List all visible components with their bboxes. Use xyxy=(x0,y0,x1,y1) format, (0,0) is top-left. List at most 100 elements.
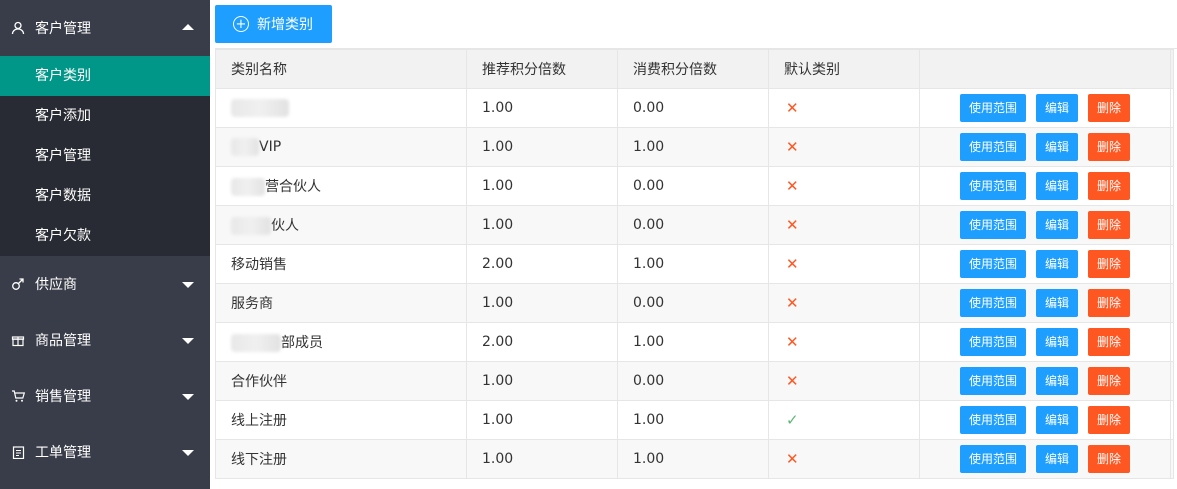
cell-category-name: 服务商 xyxy=(215,283,467,323)
cell-category-name: 移动销售 xyxy=(215,244,467,284)
sidebar-head-label: 供应商 xyxy=(35,277,77,293)
delete-button[interactable]: 删除 xyxy=(1088,133,1131,161)
cross-icon: ✕ xyxy=(786,99,799,117)
scope-button[interactable]: 使用范围 xyxy=(959,328,1026,356)
col-header-rec-multiplier: 推荐积分倍数 xyxy=(466,49,618,89)
sidebar-head-label: 工单管理 xyxy=(35,445,91,461)
col-header-actions xyxy=(919,49,1171,89)
edit-button[interactable]: 编辑 xyxy=(1035,172,1078,200)
cell-default: ✕ xyxy=(768,127,920,167)
scope-button[interactable]: 使用范围 xyxy=(959,211,1026,239)
redacted-blur xyxy=(231,99,289,117)
table-row: 合作伙伴 1.00 0.00 ✕ 使用范围 编辑 删除 xyxy=(215,361,1174,401)
main-content: + 新增类别 类别名称 推荐积分倍数 消费积分倍数 默认类别 1.00 0.00… xyxy=(210,0,1177,489)
cell-rec-multiplier: 2.00 xyxy=(466,322,618,362)
caret-up-icon xyxy=(182,24,194,30)
sidebar-head-goods[interactable]: 商品管理 xyxy=(0,312,210,368)
table-row: 1.00 0.00 ✕ 使用范围 编辑 删除 xyxy=(215,88,1174,128)
edit-button[interactable]: 编辑 xyxy=(1035,211,1078,239)
sidebar-item-customer-add[interactable]: 客户添加 xyxy=(0,96,210,136)
delete-button[interactable]: 删除 xyxy=(1088,250,1131,278)
cell-rec-multiplier: 1.00 xyxy=(466,205,618,245)
cell-default: ✕ xyxy=(768,205,920,245)
category-table-wrap[interactable]: 类别名称 推荐积分倍数 消费积分倍数 默认类别 1.00 0.00 ✕ 使用范围 编辑删… xyxy=(215,48,1177,489)
sidebar-head-customer[interactable]: 客户管理 xyxy=(0,0,210,56)
table-row: 线下注册 1.00 1.00 ✕ 使用范围 编辑 删除 xyxy=(215,439,1174,479)
cell-use-multiplier: 1.00 xyxy=(617,127,769,167)
delete-button[interactable]: 删除 xyxy=(1088,94,1131,122)
cross-icon: ✕ xyxy=(786,138,799,156)
sidebar-item-customer-debt[interactable]: 客户欠款 xyxy=(0,216,210,256)
add-category-button[interactable]: + 新增类别 xyxy=(215,5,332,43)
edit-button[interactable]: 编辑 xyxy=(1035,289,1078,317)
cell-actions: 使用范围 编辑 删除 xyxy=(919,283,1171,323)
delete-button[interactable]: 删除 xyxy=(1088,211,1131,239)
edit-button[interactable]: 编辑 xyxy=(1035,406,1078,434)
cell-use-multiplier: 1.00 xyxy=(617,322,769,362)
cell-actions: 使用范围 编辑 删除 xyxy=(919,166,1171,206)
scope-button[interactable]: 使用范围 xyxy=(959,289,1026,317)
cell-gutter xyxy=(1170,283,1174,323)
cross-icon: ✕ xyxy=(786,177,799,195)
sidebar-head-workorder[interactable]: 工单管理 xyxy=(0,424,210,480)
scope-button[interactable]: 使用范围 xyxy=(959,250,1026,278)
scope-button[interactable]: 使用范围 xyxy=(959,367,1026,395)
cell-category-name: VIP xyxy=(215,127,467,167)
edit-button[interactable]: 编辑 xyxy=(1035,133,1078,161)
cell-actions: 使用范围 编辑 删除 xyxy=(919,127,1171,167)
category-name-text: 线上注册 xyxy=(231,413,287,429)
caret-down-icon xyxy=(182,338,194,344)
sidebar-item-customer-data[interactable]: 客户数据 xyxy=(0,176,210,216)
sidebar-head-sales[interactable]: 销售管理 xyxy=(0,368,210,424)
cell-use-multiplier: 0.00 xyxy=(617,361,769,401)
category-name-text: 伙人 xyxy=(271,218,299,234)
cell-actions: 使用范围 编辑 删除 xyxy=(919,400,1171,440)
add-category-label: 新增类别 xyxy=(257,17,313,33)
delete-button[interactable]: 删除 xyxy=(1088,289,1131,317)
cell-actions: 使用范围 编辑 删除 xyxy=(919,361,1171,401)
cell-category-name: 合作伙伴 xyxy=(215,361,467,401)
cross-icon: ✕ xyxy=(786,255,799,273)
scope-button[interactable]: 使用范围 xyxy=(959,406,1026,434)
delete-button[interactable]: 删除 xyxy=(1088,445,1131,473)
edit-button[interactable]: 编辑 xyxy=(1035,445,1078,473)
cell-actions: 使用范围 编辑 删除 xyxy=(919,439,1171,479)
cell-default: ✕ xyxy=(768,244,920,284)
edit-button[interactable]: 编辑 xyxy=(1035,250,1078,278)
edit-button[interactable]: 编辑 xyxy=(1035,328,1078,356)
delete-button[interactable]: 删除 xyxy=(1088,172,1131,200)
scope-button[interactable]: 使用范围 xyxy=(959,94,1026,122)
cell-rec-multiplier: 2.00 xyxy=(466,244,618,284)
sidebar-item-customer-category[interactable]: 客户类别 xyxy=(0,56,210,96)
check-icon: ✓ xyxy=(786,411,799,429)
delete-button[interactable]: 删除 xyxy=(1088,328,1131,356)
cell-gutter xyxy=(1170,205,1174,245)
cell-actions: 使用范围 编辑 删除 xyxy=(919,244,1171,284)
scope-button[interactable]: 使用范围 xyxy=(959,133,1026,161)
delete-button[interactable]: 删除 xyxy=(1088,406,1131,434)
delete-button[interactable]: 删除 xyxy=(1088,367,1131,395)
category-table: 类别名称 推荐积分倍数 消费积分倍数 默认类别 1.00 0.00 ✕ 使用范围 编辑删… xyxy=(215,49,1174,479)
scope-button[interactable]: 使用范围 xyxy=(959,445,1026,473)
edit-button[interactable]: 编辑 xyxy=(1035,94,1078,122)
sidebar-head-supplier[interactable]: 供应商 xyxy=(0,256,210,312)
scope-button[interactable]: 使用范围 xyxy=(959,172,1026,200)
cell-use-multiplier: 1.00 xyxy=(617,244,769,284)
cell-rec-multiplier: 1.00 xyxy=(466,127,618,167)
redacted-blur xyxy=(231,217,271,235)
cell-use-multiplier: 0.00 xyxy=(617,205,769,245)
edit-button[interactable]: 编辑 xyxy=(1035,367,1078,395)
sidebar-item-customer-manage[interactable]: 客户管理 xyxy=(0,136,210,176)
sidebar-group-workorder: 工单管理 xyxy=(0,424,210,480)
cell-use-multiplier: 0.00 xyxy=(617,88,769,128)
category-name-text: 线下注册 xyxy=(231,452,287,468)
cell-default: ✕ xyxy=(768,322,920,362)
cell-default: ✓ xyxy=(768,400,920,440)
cell-gutter xyxy=(1170,127,1174,167)
cell-category-name: 线下注册 xyxy=(215,439,467,479)
cell-category-name: 伙人 xyxy=(215,205,467,245)
category-name-text: 移动销售 xyxy=(231,257,287,273)
table-row: VIP 1.00 1.00 ✕ 使用范围 编辑 删除 xyxy=(215,127,1174,167)
cell-gutter xyxy=(1170,439,1174,479)
caret-down-icon xyxy=(182,282,194,288)
